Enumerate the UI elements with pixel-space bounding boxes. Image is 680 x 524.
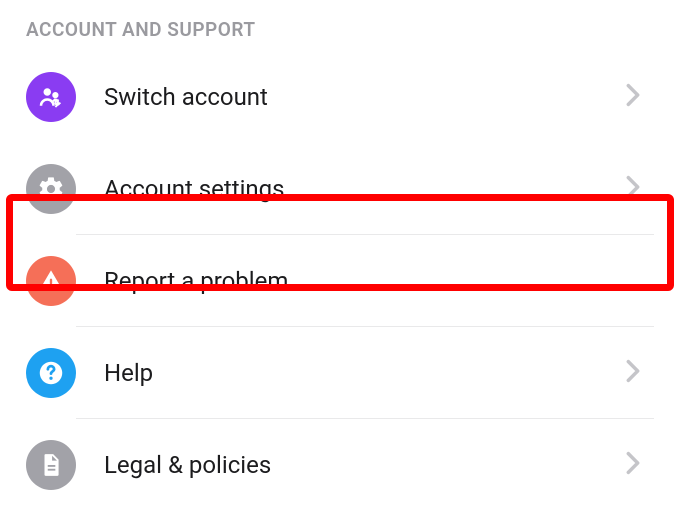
help-icon: [26, 348, 76, 398]
chevron-right-icon: [626, 451, 640, 479]
item-account-settings[interactable]: Account settings: [0, 143, 680, 235]
item-label: Help: [104, 359, 626, 387]
item-label: Report a problem: [104, 267, 648, 295]
item-legal-policies[interactable]: Legal & policies: [0, 419, 680, 511]
item-label: Legal & policies: [104, 451, 626, 479]
item-label: Switch account: [104, 83, 626, 111]
chevron-right-icon: [626, 175, 640, 203]
document-icon: [26, 440, 76, 490]
settings-list: Switch account Account settings: [0, 51, 680, 511]
chevron-right-icon: [626, 83, 640, 111]
item-report-problem[interactable]: Report a problem: [0, 235, 680, 327]
warning-icon: [26, 256, 76, 306]
item-switch-account[interactable]: Switch account: [0, 51, 680, 143]
chevron-right-icon: [626, 359, 640, 387]
item-help[interactable]: Help: [0, 327, 680, 419]
section-header: ACCOUNT AND SUPPORT: [0, 0, 680, 51]
switch-account-icon: [26, 72, 76, 122]
gear-icon: [26, 164, 76, 214]
item-label: Account settings: [104, 175, 626, 203]
